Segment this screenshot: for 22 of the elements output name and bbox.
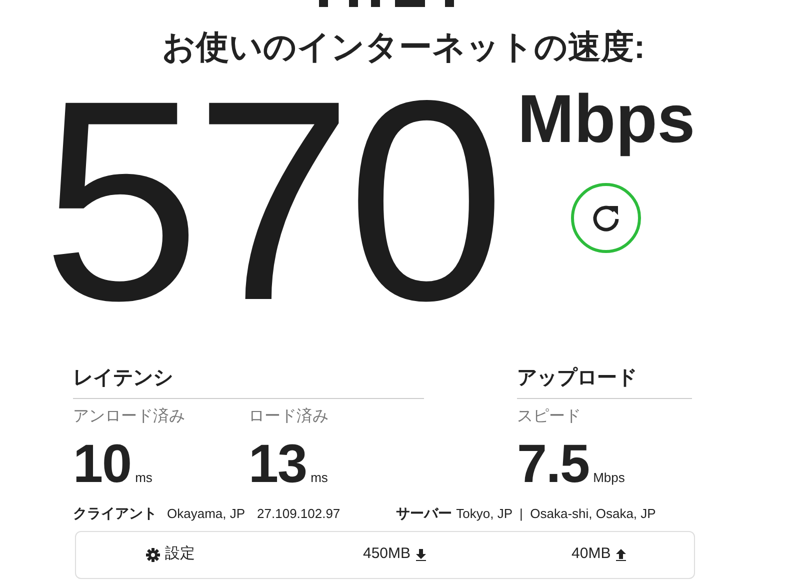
metric-label: ロード済み: [248, 406, 328, 427]
metric-label: アンロード済み: [73, 406, 185, 427]
download-size: 450MB: [363, 544, 411, 564]
client-ip: 27.109.102.97: [257, 504, 340, 523]
section-title: アップロード: [517, 366, 692, 399]
settings-icon: [146, 548, 160, 562]
metric-label: スピード: [517, 406, 581, 427]
metric-value: 10: [73, 434, 132, 494]
upload-size: 40MB: [572, 544, 611, 564]
metric-unit: ms: [310, 470, 328, 485]
upload-icon: [616, 548, 626, 561]
metric-unit: Mbps: [593, 470, 625, 485]
settings-button[interactable]: 設定: [146, 543, 195, 566]
server-label: サーバー: [396, 504, 452, 524]
metric-unit: ms: [135, 470, 152, 485]
download-icon: [416, 548, 426, 561]
client-location: Okayama, JP: [167, 504, 246, 523]
metric-value: 13: [248, 434, 307, 494]
metric-value: 7.5: [517, 434, 590, 494]
client-label: クライアント: [73, 504, 157, 524]
server-locations: Tokyo, JP | Osaka-shi, Osaka, JP: [456, 504, 656, 523]
section-title: レイテンシ: [73, 366, 424, 399]
